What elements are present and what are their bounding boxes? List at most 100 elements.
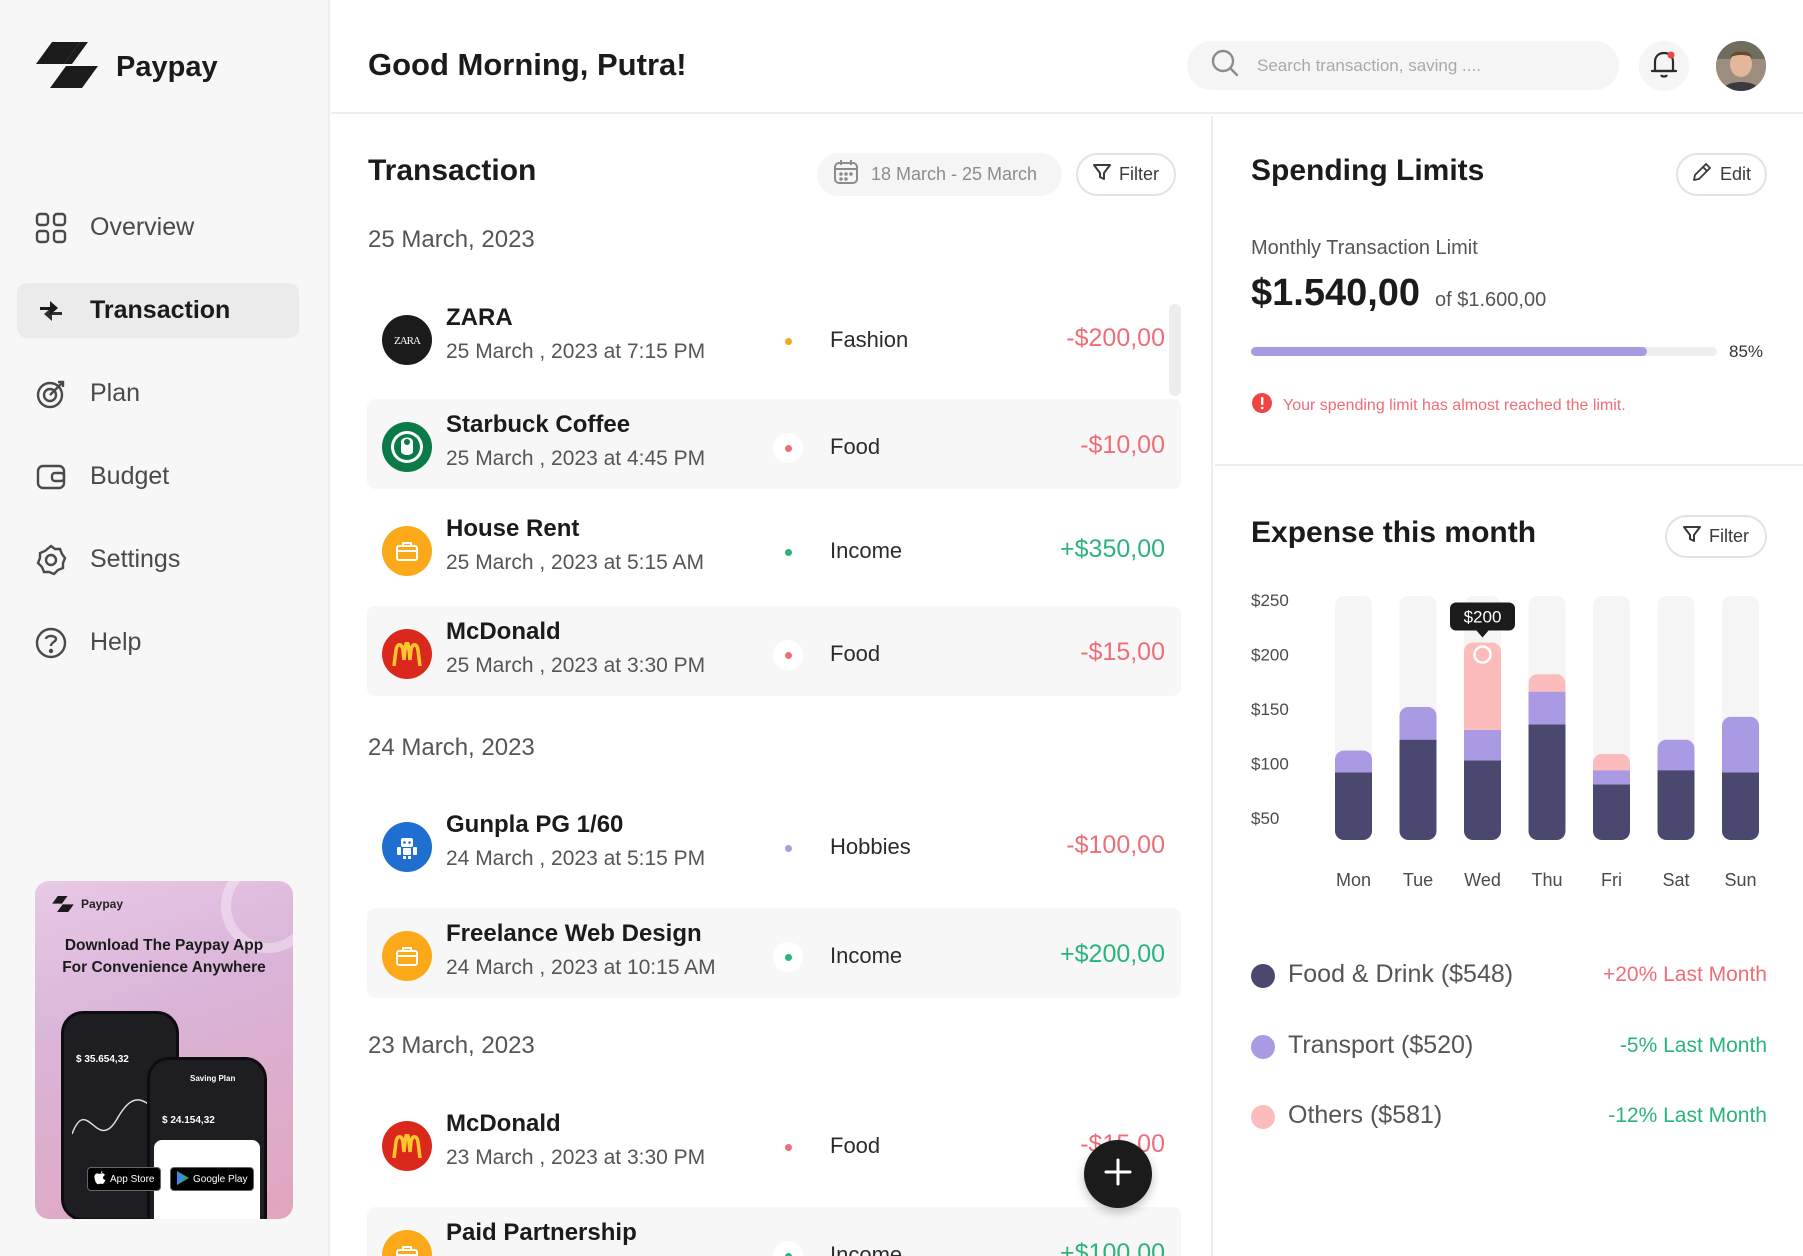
sidebar-item-budget[interactable]: Budget — [17, 449, 299, 504]
expense-filter-button[interactable]: Filter — [1665, 515, 1767, 558]
filter-label: Filter — [1119, 164, 1159, 184]
transaction-amount: -$200,00 — [1066, 324, 1165, 352]
app-store-button[interactable]: App Store — [87, 1167, 162, 1191]
notification-button[interactable] — [1639, 41, 1689, 91]
transaction-category: Income — [830, 538, 903, 563]
transaction-category: Food — [830, 434, 881, 459]
transaction-amount: +$350,00 — [1060, 535, 1165, 563]
sidebar-item-help[interactable]: Help — [17, 615, 299, 670]
plus-icon — [1103, 1157, 1133, 1192]
y-tick-label: $200 — [1251, 646, 1289, 665]
app-store-label: App Store — [110, 1173, 155, 1185]
y-tick-label: $50 — [1251, 809, 1279, 828]
bar-segment — [1335, 750, 1372, 773]
x-tick-label: Wed — [1464, 870, 1501, 890]
add-transaction-button[interactable] — [1084, 1140, 1152, 1208]
transaction-filter-button[interactable]: Filter — [1076, 153, 1176, 196]
warning-text: Your spending limit has almost reached t… — [1283, 396, 1626, 414]
transaction-amount: -$100,00 — [1066, 831, 1165, 859]
transaction-name: Starbuck Coffee — [446, 411, 631, 438]
transaction-amount: -$15,00 — [1080, 638, 1165, 666]
spending-limits-title: Spending Limits — [1251, 154, 1485, 187]
legend-swatch — [1251, 1105, 1275, 1129]
transaction-datetime: 25 March , 2023 at 4:45 PM — [446, 447, 706, 470]
paypay-logo-icon — [52, 896, 74, 912]
transaction-category: Food — [830, 641, 881, 666]
filter-icon — [1093, 163, 1111, 186]
transaction-panel: Transaction 18 March - 25 March Filter 2… — [331, 116, 1213, 1256]
edit-limit-button[interactable]: Edit — [1676, 153, 1767, 196]
search-input[interactable] — [1257, 55, 1587, 76]
legend-item-transport[interactable]: Transport ($520) -5% Last Month — [1251, 1025, 1767, 1065]
sidebar-item-plan[interactable]: Plan — [17, 366, 299, 421]
user-avatar[interactable] — [1716, 41, 1766, 91]
tooltip-marker — [1473, 645, 1492, 664]
brand-name: Paypay — [116, 51, 218, 83]
sidebar-item-label: Help — [90, 628, 142, 656]
bar-segment — [1722, 772, 1759, 840]
mcdonalds-logo — [382, 629, 432, 679]
transaction-category: Income — [830, 1242, 903, 1256]
starbucks-logo — [382, 422, 432, 472]
bar-segment — [1399, 706, 1437, 740]
transaction-category: Income — [830, 943, 903, 968]
x-tick-label: Sun — [1724, 870, 1756, 890]
svg-text:ZARA: ZARA — [394, 335, 421, 347]
calendar-icon — [833, 159, 859, 190]
transaction-datetime: 23 March , 2023 at 3:30 PM — [446, 1146, 706, 1169]
bar-segment — [1528, 674, 1566, 692]
phone-balance: $ 24.154,32 — [162, 1115, 215, 1126]
transaction-row[interactable]: Gunpla PG 1/60 24 March , 2023 at 5:15 P… — [367, 799, 1181, 889]
y-tick-label: $250 — [1251, 591, 1289, 610]
transaction-scrollbar[interactable] — [1169, 304, 1181, 396]
legend-swatch — [1251, 964, 1275, 988]
transaction-category: Fashion — [830, 327, 909, 352]
tooltip-label: $200 — [1464, 608, 1502, 627]
legend-item-others[interactable]: Others ($581) -12% Last Month — [1251, 1095, 1767, 1135]
limit-warning: Your spending limit has almost reached t… — [1251, 392, 1626, 419]
transfer-icon — [34, 294, 68, 328]
transaction-row[interactable]: House Rent 25 March , 2023 at 5:15 AM In… — [367, 503, 1181, 593]
briefcase-icon — [382, 526, 432, 576]
date-range-picker[interactable]: 18 March - 25 March — [817, 153, 1062, 196]
app-download-promo[interactable]: Paypay Download The Paypay App For Conve… — [35, 881, 293, 1219]
grid-icon — [34, 211, 68, 245]
brand[interactable]: Paypay — [36, 42, 218, 93]
x-tick-label: Mon — [1336, 870, 1371, 890]
google-play-button[interactable]: Google Play — [170, 1167, 255, 1191]
transaction-row[interactable]: Paid Partnership Income +$100,00 — [367, 1207, 1181, 1256]
transaction-name: ZARA — [446, 304, 513, 331]
search-bar[interactable] — [1187, 41, 1619, 90]
y-tick-label: $150 — [1251, 700, 1289, 719]
sidebar-item-label: Budget — [90, 462, 170, 490]
help-icon — [34, 626, 68, 660]
bar-segment — [1528, 724, 1566, 840]
phone-mockup: Saving Plan $ 24.154,32 — [147, 1057, 267, 1219]
bar-segment — [1657, 770, 1695, 840]
transaction-row[interactable]: McDonald 25 March , 2023 at 3:30 PM Food… — [367, 606, 1181, 696]
sidebar-item-label: Plan — [90, 379, 141, 407]
legend-label: Transport ($520) — [1288, 1031, 1474, 1059]
bar-segment — [1335, 772, 1372, 840]
x-tick-label: Fri — [1601, 870, 1622, 890]
alert-icon — [1251, 392, 1273, 419]
limit-progress-fill — [1251, 347, 1648, 356]
bar-segment — [1528, 691, 1566, 725]
transaction-row[interactable]: Freelance Web Design 24 March , 2023 at … — [367, 908, 1181, 998]
sidebar-item-label: Transaction — [90, 296, 231, 324]
transaction-row[interactable]: Starbuck Coffee 25 March , 2023 at 4:45 … — [367, 399, 1181, 489]
sidebar-item-settings[interactable]: Settings — [17, 532, 299, 587]
legend-item-food[interactable]: Food & Drink ($548) +20% Last Month — [1251, 954, 1767, 994]
transaction-name: McDonald — [446, 618, 561, 645]
pencil-icon — [1692, 162, 1712, 187]
category-dot — [773, 433, 803, 463]
sidebar-item-overview[interactable]: Overview — [17, 200, 299, 255]
bell-icon — [1650, 49, 1678, 84]
date-heading: 23 March, 2023 — [368, 1032, 535, 1059]
transaction-name: Paid Partnership — [446, 1219, 637, 1246]
date-range-label: 18 March - 25 March — [871, 164, 1038, 184]
transaction-row[interactable]: ZARA ZARA 25 March , 2023 at 7:15 PM Fas… — [367, 292, 1181, 382]
sidebar-item-transaction[interactable]: Transaction — [17, 283, 299, 338]
transaction-row[interactable]: McDonald 23 March , 2023 at 3:30 PM Food… — [367, 1098, 1181, 1188]
transaction-name: Gunpla PG 1/60 — [446, 811, 624, 838]
